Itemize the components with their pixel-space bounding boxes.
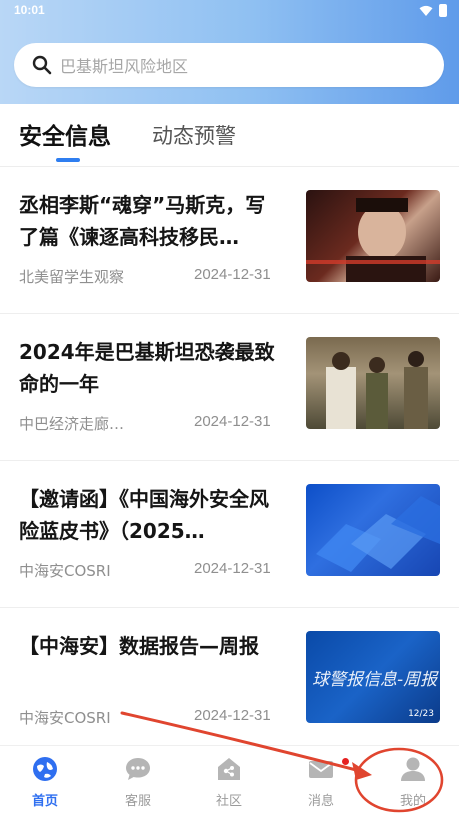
tab-safety-info[interactable]: 安全信息 (19, 117, 111, 151)
nav-home[interactable]: 首页 (15, 756, 75, 809)
battery-icon (439, 4, 447, 17)
nav-customer-service[interactable]: 客服 (108, 756, 168, 809)
mail-icon (309, 761, 333, 778)
notification-badge (342, 758, 349, 765)
news-thumbnail (306, 484, 440, 576)
news-thumbnail: 球警报信息-周报 12/23 (306, 631, 440, 723)
news-date: 2024-12-31 (194, 413, 271, 430)
search-icon (32, 55, 52, 75)
search-placeholder: 巴基斯坦风险地区 (60, 57, 189, 76)
news-item[interactable]: 丞相李斯“魂穿”马斯克，写了篇《谏逐高科技移民… 北美留学生观察 2024-12… (0, 167, 459, 314)
news-title: 丞相李斯“魂穿”马斯克，写了篇《谏逐高科技移民… (19, 193, 266, 249)
search-bar[interactable]: 巴基斯坦风险地区 (14, 43, 444, 87)
news-source: 北美留学生观察 (19, 268, 125, 286)
status-icons (419, 4, 447, 17)
news-date: 2024-12-31 (194, 266, 271, 283)
globe-icon (33, 757, 57, 781)
nav-label: 社区 (215, 794, 242, 809)
active-tab-indicator (56, 158, 80, 162)
news-source: 中海安COSRI (19, 562, 111, 580)
portrait-image (306, 198, 440, 282)
chat-icon (126, 758, 150, 780)
news-thumbnail (306, 190, 440, 282)
news-item[interactable]: 【邀请函】《中国海外安全风险蓝皮书》（2025… 中海安COSRI 2024-1… (0, 461, 459, 608)
news-thumbnail (306, 337, 440, 429)
nav-label: 我的 (399, 794, 426, 809)
nav-profile[interactable]: 我的 (383, 756, 443, 809)
news-date: 2024-12-31 (194, 560, 271, 577)
news-title: 【邀请函】《中国海外安全风险蓝皮书》（2025… (19, 487, 269, 543)
community-icon (218, 758, 240, 780)
nav-community[interactable]: 社区 (199, 756, 259, 809)
wifi-icon (419, 5, 433, 16)
status-bar: 10:01 (0, 0, 459, 22)
news-source: 中巴经济走廊… (19, 415, 125, 433)
news-title: 2024年是巴基斯坦恐袭最致命的一年 (19, 340, 275, 396)
news-date: 2024-12-31 (194, 707, 271, 724)
status-time: 10:01 (14, 3, 45, 17)
news-source: 中海安COSRI (19, 709, 111, 727)
thumbnail-caption: 球警报信息-周报 (312, 670, 438, 690)
bottom-navigation: 首页 客服 社区 消息 我的 (0, 745, 459, 818)
news-item[interactable]: 2024年是巴基斯坦恐袭最致命的一年 中巴经济走廊… 2024-12-31 (0, 314, 459, 461)
militants-image (326, 351, 428, 429)
news-title: 【中海安】数据报告—周报 (19, 634, 259, 658)
nav-label: 客服 (124, 794, 151, 809)
tab-dynamic-alerts[interactable]: 动态预警 (152, 120, 236, 150)
thumbnail-date: 12/23 (408, 709, 434, 719)
bluebook-image (316, 496, 440, 572)
tab-bar: 安全信息 动态预警 (0, 104, 459, 166)
header-background: 10:01 巴基斯坦风险地区 (0, 0, 459, 104)
user-icon (401, 757, 425, 781)
news-item[interactable]: 【中海安】数据报告—周报 中海安COSRI 2024-12-31 球警报信息-周… (0, 608, 459, 755)
nav-label: 首页 (31, 794, 58, 809)
news-list: 丞相李斯“魂穿”马斯克，写了篇《谏逐高科技移民… 北美留学生观察 2024-12… (0, 167, 459, 755)
nav-label: 消息 (307, 794, 334, 809)
